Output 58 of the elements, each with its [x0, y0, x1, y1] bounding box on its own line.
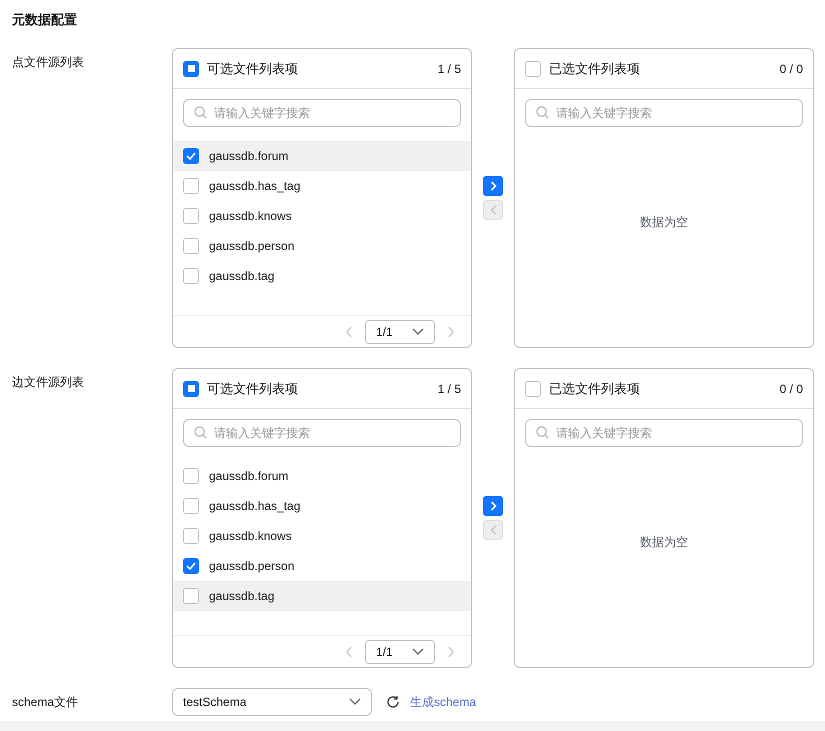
checkbox[interactable] [183, 148, 199, 164]
checkbox[interactable] [183, 238, 199, 254]
checkbox[interactable] [183, 498, 199, 514]
generate-schema-link[interactable]: 生成schema [410, 693, 476, 711]
search-icon [194, 426, 207, 439]
move-right-button[interactable] [483, 496, 503, 516]
panel-title: 已选文件列表项 [549, 380, 640, 398]
previous-page-icon[interactable] [345, 326, 353, 338]
checkbox[interactable] [183, 380, 199, 396]
chevron-right-icon [490, 181, 496, 191]
list-item[interactable]: gaussdb.tag [173, 581, 471, 611]
next-page-icon[interactable] [447, 326, 455, 338]
next-page-icon[interactable] [447, 646, 455, 658]
search-icon [194, 106, 207, 119]
field-label: 点文件源列表 [11, 54, 85, 71]
list-item[interactable]: gaussdb.forum [173, 141, 471, 171]
search-field[interactable]: 请输入关键字搜索 [183, 99, 461, 127]
search-icon [536, 106, 549, 119]
chevron-down-icon [349, 698, 361, 706]
search-field[interactable]: 请输入关键字搜索 [183, 419, 461, 447]
count: 0 / 0 [780, 60, 803, 78]
schema-select[interactable]: testSchema [172, 688, 372, 716]
checkbox[interactable] [183, 468, 199, 484]
checkbox[interactable] [183, 208, 199, 224]
panel-title: 已选文件列表项 [549, 60, 640, 78]
chevron-down-icon [412, 648, 424, 656]
checkbox[interactable] [183, 60, 199, 76]
search-field[interactable]: 请输入关键字搜索 [525, 419, 803, 447]
checkbox[interactable] [525, 60, 541, 76]
count: 1 / 5 [438, 60, 461, 78]
chevron-left-icon [490, 525, 496, 535]
count: 1 / 5 [438, 380, 461, 398]
chevron-right-icon [490, 501, 496, 511]
field-label: 边文件源列表 [11, 374, 85, 391]
field-label: schema文件 [11, 694, 80, 711]
checkbox[interactable] [183, 268, 199, 284]
search-icon [536, 426, 549, 439]
chevron-left-icon [490, 205, 496, 215]
section-title: 元数据配置 [12, 11, 77, 29]
search-field[interactable]: 请输入关键字搜索 [525, 99, 803, 127]
empty-text: 数据为空 [640, 214, 688, 231]
checkbox[interactable] [183, 528, 199, 544]
page-select[interactable]: 1/1 [365, 640, 435, 664]
checkbox[interactable] [183, 178, 199, 194]
page-select[interactable]: 1/1 [365, 320, 435, 344]
panel-title: 可选文件列表项 [207, 60, 298, 78]
checkbox[interactable] [183, 558, 199, 574]
chevron-down-icon [412, 328, 424, 336]
refresh-icon[interactable] [386, 695, 400, 709]
panel-title: 可选文件列表项 [207, 380, 298, 398]
previous-page-icon[interactable] [345, 646, 353, 658]
checkbox[interactable] [525, 380, 541, 396]
checkbox[interactable] [183, 588, 199, 604]
count: 0 / 0 [780, 380, 803, 398]
check-icon [186, 562, 196, 570]
move-right-button[interactable] [483, 176, 503, 196]
empty-text: 数据为空 [640, 534, 688, 551]
check-icon [186, 152, 196, 160]
